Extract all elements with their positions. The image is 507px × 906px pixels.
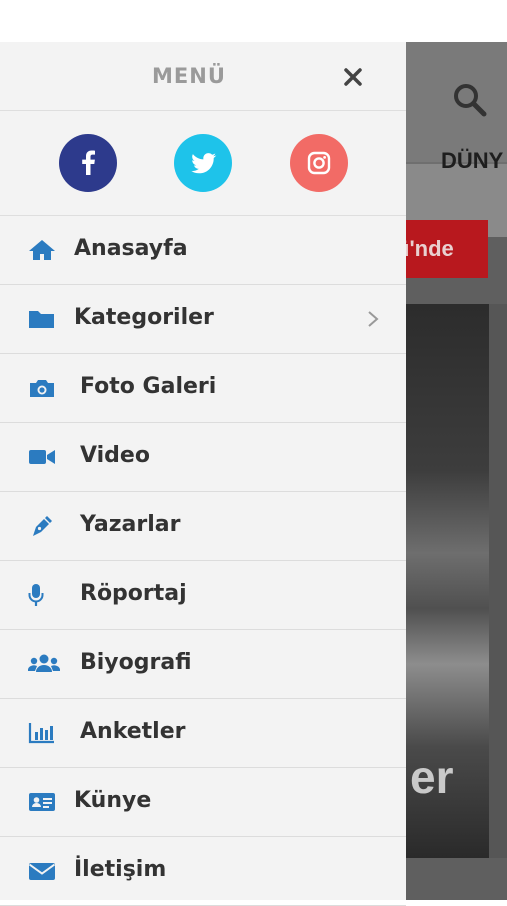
pen-icon bbox=[33, 516, 52, 536]
menu-item-biyografi[interactable]: Biyografi bbox=[0, 630, 406, 699]
chart-icon bbox=[28, 723, 54, 744]
menu-item-yazarlar[interactable]: Yazarlar bbox=[0, 492, 406, 561]
chevron-right-icon bbox=[368, 311, 379, 327]
facebook-icon bbox=[82, 150, 95, 175]
instagram-button[interactable] bbox=[290, 134, 348, 192]
home-icon bbox=[29, 240, 55, 260]
menu-item-kategoriler[interactable]: Kategoriler bbox=[0, 285, 406, 354]
close-icon bbox=[344, 68, 362, 86]
facebook-button[interactable] bbox=[59, 134, 117, 192]
close-button[interactable] bbox=[338, 62, 368, 92]
menu-item-label: Foto Galeri bbox=[80, 374, 217, 399]
instagram-icon bbox=[307, 151, 331, 175]
drawer-title: MENÜ bbox=[152, 64, 226, 88]
twitter-button[interactable] bbox=[174, 134, 232, 192]
video-icon bbox=[29, 450, 55, 464]
microphone-icon bbox=[28, 584, 44, 606]
users-icon bbox=[28, 654, 60, 672]
menu-item-foto-galeri[interactable]: Foto Galeri bbox=[0, 354, 406, 423]
menu-item-label: İletişim bbox=[74, 857, 167, 882]
menu-item-label: Video bbox=[80, 443, 150, 468]
background-strip bbox=[489, 304, 507, 858]
news-photo-caption: er bbox=[410, 751, 454, 803]
menu-item-kunye[interactable]: Künye bbox=[0, 768, 406, 837]
menu-item-anketler[interactable]: Anketler bbox=[0, 699, 406, 768]
menu-item-video[interactable]: Video bbox=[0, 423, 406, 492]
menu-item-iletisim[interactable]: İletişim bbox=[0, 837, 406, 906]
side-menu-drawer: MENÜ Anasayfa Kategoriler Foto Galeri Vi… bbox=[0, 42, 406, 906]
menu-item-label: Anasayfa bbox=[74, 236, 188, 261]
search-icon[interactable] bbox=[452, 82, 488, 118]
menu-item-label: Anketler bbox=[80, 719, 186, 744]
twitter-icon bbox=[191, 153, 217, 174]
menu-item-roportaj[interactable]: Röportaj bbox=[0, 561, 406, 630]
menu-list: Anasayfa Kategoriler Foto Galeri Video Y… bbox=[0, 216, 406, 906]
menu-item-anasayfa[interactable]: Anasayfa bbox=[0, 216, 406, 285]
social-links bbox=[0, 111, 406, 216]
nav-item-dunya[interactable]: DÜNY bbox=[441, 148, 503, 174]
menu-item-label: Yazarlar bbox=[80, 512, 181, 537]
menu-item-label: Biyografi bbox=[80, 650, 192, 675]
id-card-icon bbox=[29, 793, 55, 811]
drawer-header: MENÜ bbox=[0, 42, 406, 111]
menu-item-label: Röportaj bbox=[80, 581, 187, 606]
camera-icon bbox=[30, 380, 54, 397]
envelope-icon bbox=[28, 863, 56, 880]
folder-icon bbox=[29, 311, 54, 328]
menu-item-label: Kategoriler bbox=[74, 305, 214, 330]
menu-item-label: Künye bbox=[74, 788, 152, 813]
